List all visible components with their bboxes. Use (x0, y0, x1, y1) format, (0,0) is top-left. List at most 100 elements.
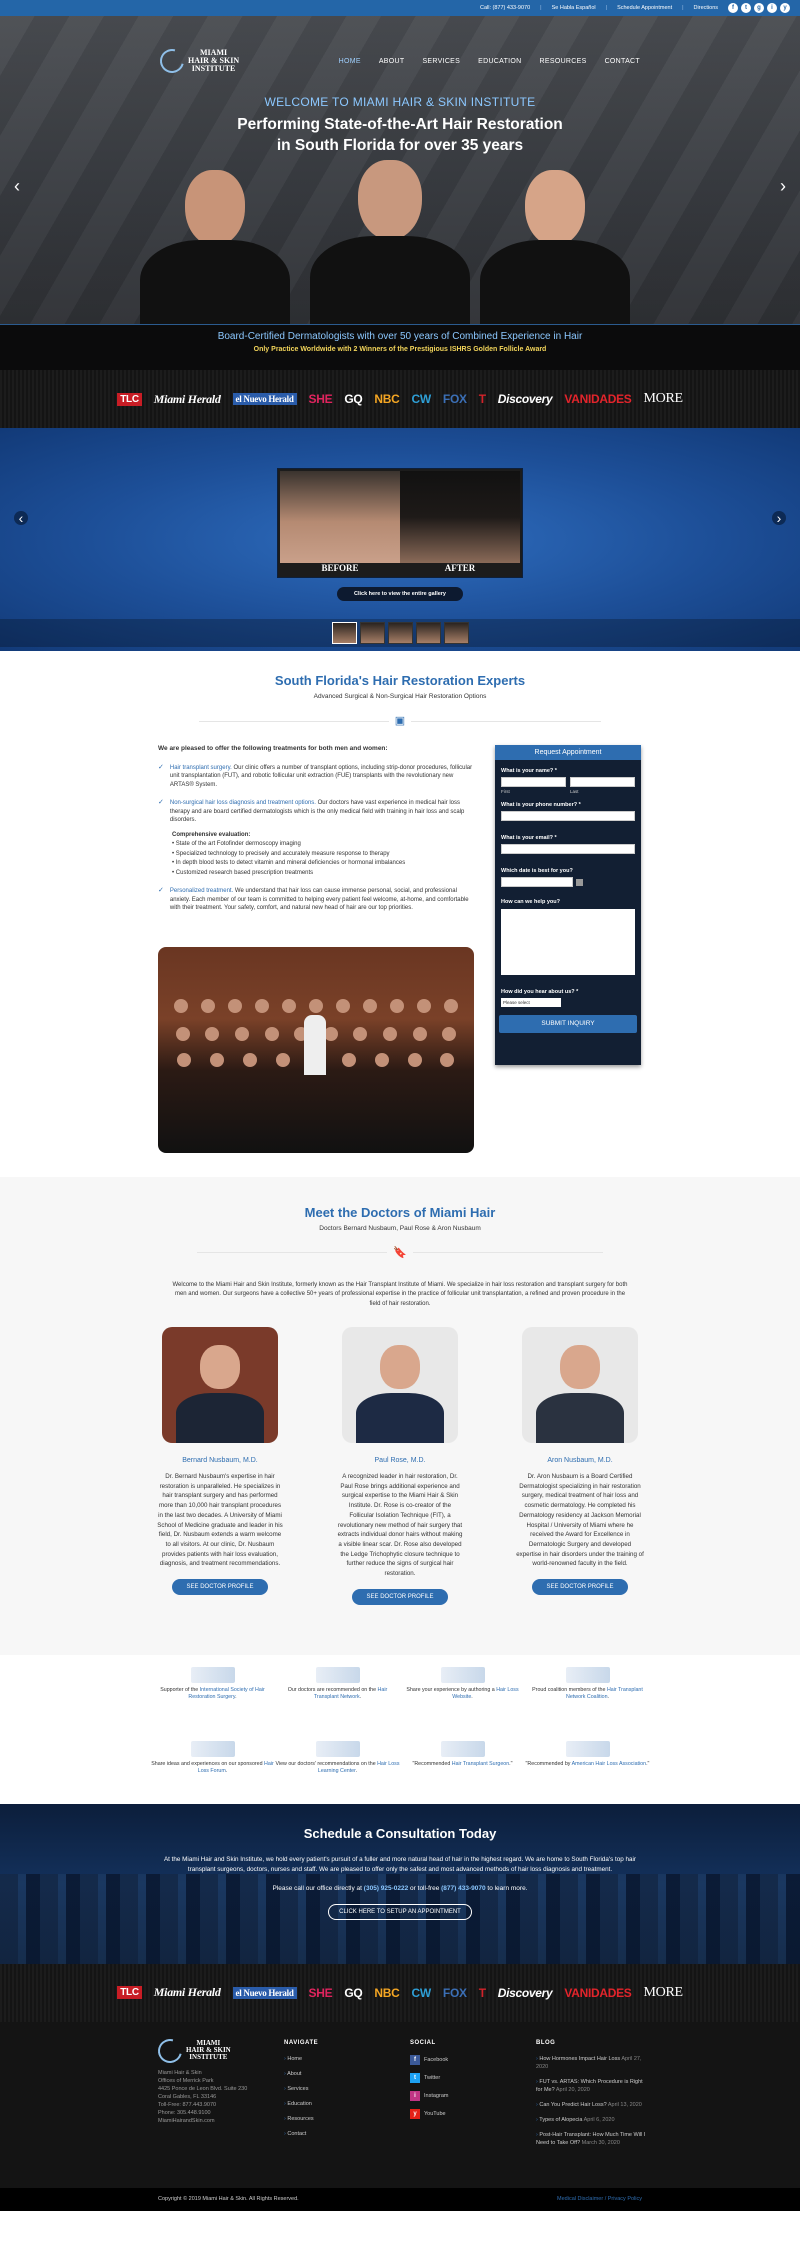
instagram-icon[interactable]: i (767, 3, 777, 13)
footer-nav-home[interactable]: Home (284, 2055, 410, 2063)
hair-transplant-network-logo (315, 1666, 360, 1683)
footer-twitter[interactable]: t Twitter (410, 2072, 536, 2083)
last-name-input[interactable] (570, 777, 635, 787)
check-icon: ✓ (158, 887, 164, 894)
treatment-link[interactable]: Non-surgical hair loss diagnosis and tre… (170, 800, 316, 806)
site-logo[interactable]: MIAMI HAIR & SKIN INSTITUTE (155, 44, 239, 78)
referral-select[interactable]: Please select (501, 998, 561, 1007)
blog-post-link[interactable]: How Hormones Impact Hair Loss April 27, … (536, 2055, 646, 2071)
footer-nav-services[interactable]: Services (284, 2085, 410, 2093)
footer-nav-resources[interactable]: Resources (284, 2115, 410, 2123)
see-profile-button[interactable]: SEE DOCTOR PROFILE (532, 1579, 628, 1596)
briefcase-icon: ▣ (0, 714, 800, 727)
instagram-icon: i (410, 2090, 420, 2101)
schedule-consultation: Schedule a Consultation Today At the Mia… (0, 1803, 800, 1964)
email-input[interactable] (501, 844, 635, 854)
footer-nav-about[interactable]: About (284, 2070, 410, 2078)
hero-next-arrow-icon[interactable]: › (780, 176, 786, 197)
call-link[interactable]: Call: (877) 433-9070 (480, 5, 530, 11)
nav-about[interactable]: ABOUT (379, 58, 405, 65)
first-name-input[interactable] (501, 777, 566, 787)
directions-link[interactable]: Directions (694, 5, 718, 11)
see-profile-button[interactable]: SEE DOCTOR PROFILE (352, 1588, 448, 1605)
youtube-icon[interactable]: y (780, 3, 790, 13)
date-input[interactable] (501, 877, 573, 887)
legal-links[interactable]: Medical Disclaimer / Privacy Policy (557, 2196, 642, 2202)
nav-contact[interactable]: CONTACT (605, 58, 640, 65)
telemundo-logo: T (478, 392, 486, 406)
gallery-thumbnails (0, 619, 800, 647)
affiliation-item: Proud coalition members of the Hair Tran… (525, 1666, 650, 1730)
miami-herald-logo: Miami Herald (153, 1985, 221, 1999)
gallery-next-arrow-icon[interactable]: › (772, 510, 786, 526)
affiliation-item: Supporter of the International Society o… (150, 1666, 275, 1730)
nav-services[interactable]: SERVICES (422, 58, 460, 65)
facebook-icon[interactable]: f (728, 3, 738, 13)
schedule-phone: Please call our office directly at (305)… (272, 1884, 528, 1892)
affiliations: Supporter of the International Society o… (0, 1655, 800, 1804)
hair-loss-website-logo (440, 1666, 485, 1683)
nav-education[interactable]: EDUCATION (478, 58, 521, 65)
ahla-logo (565, 1741, 610, 1757)
gallery-thumb[interactable] (359, 622, 385, 644)
main-nav: MIAMI HAIR & SKIN INSTITUTE HOME ABOUT SER… (0, 36, 800, 86)
doctor-name: Aron Nusbaum, M.D. (547, 1457, 613, 1464)
more-logo: MORE (643, 391, 684, 406)
view-gallery-button[interactable]: Click here to view the entire gallery (337, 587, 463, 601)
doctor-name: Paul Rose, M.D. (374, 1457, 426, 1464)
treatment-link[interactable]: Personalized treatment. (170, 888, 233, 894)
nbc-logo: NBC (374, 1985, 400, 2000)
hero-title: Performing State-of-the-Art Hair Restora… (237, 116, 563, 154)
bookmark-icon: 🔖 (0, 1246, 800, 1259)
doctors-subtitle: Doctors Bernard Nusbaum, Paul Rose & Aro… (319, 1224, 481, 1232)
see-profile-button[interactable]: SEE DOCTOR PROFILE (172, 1579, 268, 1596)
treatment-link[interactable]: Hair transplant surgery. (170, 765, 232, 771)
doctor-card: Paul Rose, M.D. A recognized leader in h… (336, 1327, 464, 1605)
blog-post-link[interactable]: Types of Alopecia April 6, 2020 (536, 2116, 646, 2124)
doctor-card: Bernard Nusbaum, M.D. Dr. Bernard Nusbau… (156, 1327, 284, 1605)
doctor-bio: A recognized leader in hair restoration,… (337, 1473, 463, 1578)
gallery-thumb[interactable] (331, 622, 357, 644)
schedule-link[interactable]: Schedule Appointment (617, 5, 672, 11)
spanish-link[interactable]: Se Habla Español (552, 5, 596, 11)
gallery-thumb[interactable] (387, 622, 413, 644)
gallery-prev-arrow-icon[interactable]: ‹ (14, 510, 28, 526)
blog-post-link[interactable]: Post-Hair Transplant: How Much Time Will… (536, 2131, 646, 2147)
gallery-thumb[interactable] (443, 622, 469, 644)
setup-appointment-button[interactable]: CLICK HERE TO SETUP AN APPOINTMENT (328, 1903, 472, 1920)
coalition-logo (565, 1666, 610, 1683)
phone-input[interactable] (501, 811, 635, 821)
footer-instagram[interactable]: i Instagram (410, 2090, 536, 2101)
treatment-item: ✓ Non-surgical hair loss diagnosis and t… (158, 799, 465, 823)
calendar-icon[interactable] (576, 878, 583, 886)
footer-nav-title: NAVIGATE (284, 2039, 319, 2046)
hero-prev-arrow-icon[interactable]: ‹ (14, 176, 20, 197)
submit-inquiry-button[interactable]: SUBMIT INQUIRY (499, 1015, 637, 1033)
footer-youtube[interactable]: y YouTube (410, 2108, 536, 2119)
nav-home[interactable]: HOME (339, 58, 361, 65)
doctors-title: Meet the Doctors of Miami Hair (304, 1204, 496, 1220)
telemundo-logo: T (478, 1985, 486, 2000)
vanidades-logo: VANIDADES (564, 392, 632, 406)
twitter-icon[interactable]: t (741, 3, 751, 13)
footer-nav-education[interactable]: Education (284, 2100, 410, 2108)
gallery-thumb[interactable] (415, 622, 441, 644)
learning-center-logo (315, 1741, 360, 1757)
help-textarea[interactable] (501, 909, 635, 975)
affiliation-item: View our doctors' recommendations on the… (275, 1741, 400, 1804)
footer-social-title: SOCIAL (410, 2039, 436, 2046)
doctor-name: Bernard Nusbaum, M.D. (182, 1457, 258, 1464)
comprehensive-evaluation: Comprehensive evaluation: • State of the… (172, 831, 406, 876)
footer-logo[interactable]: MIAMI HAIR & SKIN INSTITUTE (153, 2034, 284, 2067)
blog-post-link[interactable]: Can You Predict Hair Loss? April 13, 202… (536, 2101, 646, 2109)
footer-facebook[interactable]: f Facebook (410, 2054, 536, 2065)
form-title: Request Appointment (495, 745, 641, 760)
doctor-photo (162, 1327, 278, 1443)
blog-post-link[interactable]: FUT vs. ARTAS: Which Procedure is Right … (536, 2078, 646, 2094)
google-icon[interactable]: g (754, 3, 764, 13)
nav-resources[interactable]: RESOURCES (540, 58, 587, 65)
gq-logo: GQ (344, 392, 363, 406)
affiliation-item: "Recommended Hair Transplant Surgeon." (400, 1741, 525, 1804)
recommended-surgeon-logo (440, 1741, 485, 1757)
footer-nav-contact[interactable]: Contact (284, 2130, 410, 2138)
